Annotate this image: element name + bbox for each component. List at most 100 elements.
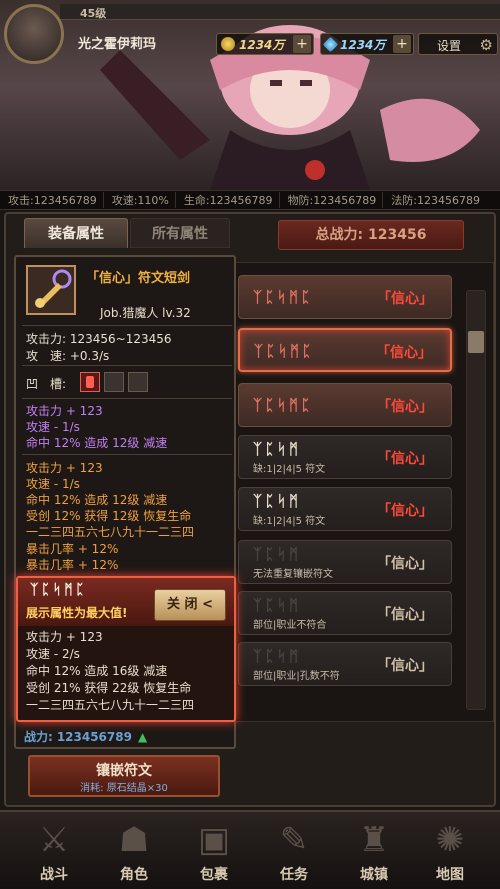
level-bar: 45级	[60, 4, 500, 20]
divider	[22, 454, 232, 455]
power-value: 123456789	[56, 730, 132, 744]
item-job-level: Job.猎魔人 lv.32	[100, 306, 191, 320]
socket-filled[interactable]	[80, 372, 100, 392]
add-gold-button[interactable]: +	[293, 35, 311, 53]
purple-attr-line: 攻速 - 1/s	[26, 420, 80, 434]
level-label: 45级	[80, 7, 107, 20]
rune-list-item[interactable]: ᛉᛈᛋᛗ 部位|职业不符合 「信心」	[238, 591, 452, 635]
item-attack-speed: 攻 速: +0.3/s	[26, 349, 110, 363]
embed-rune-label: 镶嵌符文	[96, 763, 152, 779]
scrollbar-thumb[interactable]	[468, 331, 484, 353]
rune-disabled-note: 部位|职业|孔数不符	[253, 671, 340, 682]
rune-list-item[interactable]: ᛉᛈᛋᛗ 无法重复镶嵌符文 「信心」	[238, 540, 452, 584]
preview-attr-line: 攻速 - 2/s	[26, 647, 80, 661]
settings-button[interactable]: 设置 ⚙	[418, 33, 498, 55]
rune-glyphs: ᛉᛈᛋᛗᛈ	[253, 396, 314, 414]
rune-list-item[interactable]: ᛉᛈᛋᛗᛈ 「信心」	[238, 383, 452, 427]
rune-preview-glyphs: ᛉᛈᛋᛗᛈ	[30, 582, 87, 598]
item-attack: 攻击力: 123456~123456	[26, 332, 172, 346]
dagger-icon	[26, 265, 76, 315]
nav-label: 战斗	[40, 867, 68, 883]
embed-cost: 消耗: 原石结晶×30	[80, 783, 168, 794]
nav-label: 城镇	[360, 867, 388, 883]
orange-attr-line: 攻速 - 1/s	[26, 477, 80, 491]
orange-attr-line: 一二三四五六七八九十一二三四	[26, 525, 195, 539]
rune-list-item[interactable]: ᛉᛈᛋᛗ 缺:1|2|4|5 符文 「信心」	[238, 435, 452, 479]
nav-label: 包裹	[200, 867, 228, 883]
stat-magic-defense: 法防:123456789	[391, 194, 480, 207]
rune-name: 「信心」	[376, 345, 432, 361]
helmet-icon: ☗	[118, 820, 150, 860]
tab-equipment-attributes[interactable]: 装备属性	[24, 218, 128, 248]
rune-glyphs: ᛉᛈᛋᛗ	[253, 492, 302, 510]
gold-coin-icon	[221, 37, 235, 51]
stat-physical-defense: 物防:123456789	[280, 192, 384, 208]
nav-battle[interactable]: ⚔ 战斗	[14, 814, 94, 886]
bag-icon: ▣	[197, 820, 231, 860]
preview-attr-line: 攻击力 + 123	[26, 630, 103, 644]
rune-list-scrollbar[interactable]	[466, 290, 486, 710]
rune-disabled-note: 无法重复镶嵌符文	[253, 569, 333, 580]
nav-label: 任务	[280, 867, 308, 883]
rune-name: 「信心」	[377, 291, 433, 307]
gear-icon: ⚙	[479, 36, 493, 54]
divider	[22, 365, 232, 366]
nav-map[interactable]: ✺ 地图	[410, 814, 490, 886]
rune-missing-note: 缺:1|2|4|5 符文	[253, 464, 326, 475]
crossed-swords-icon: ⚔	[38, 820, 70, 860]
rune-name: 「信心」	[377, 607, 433, 623]
rune-name: 「信心」	[377, 503, 433, 519]
nav-character[interactable]: ☗ 角色	[94, 814, 174, 886]
tab-all-attributes[interactable]: 所有属性	[130, 218, 230, 248]
rune-list-item[interactable]: ᛉᛈᛋᛗ 部位|职业|孔数不符 「信心」	[238, 642, 452, 686]
rune-missing-note: 缺:1|2|4|5 符文	[253, 516, 326, 527]
nav-label: 地图	[436, 867, 464, 883]
diamond-icon	[322, 36, 339, 52]
rune-name: 「信心」	[377, 658, 433, 674]
preview-attr-line: 一二三四五六七八九十一二三四	[26, 698, 195, 712]
rune-name: 「信心」	[377, 556, 433, 572]
close-button[interactable]: 关 闭 <	[154, 589, 226, 621]
socket-empty[interactable]	[128, 372, 148, 392]
player-name: 光之霍伊莉玛	[78, 37, 157, 52]
orange-attr-line: 攻击力 + 123	[26, 461, 103, 475]
purple-attr-line: 攻击力 + 123	[26, 404, 103, 418]
rune-glyphs: ᛉᛈᛋᛗ	[253, 647, 302, 665]
rune-list-item[interactable]: ᛉᛈᛋᛗ 缺:1|2|4|5 符文 「信心」	[238, 487, 452, 531]
rune-glyphs: ᛉᛈᛋᛗ	[253, 596, 302, 614]
rune-list-item-selected[interactable]: ᛉᛈᛋᛗᛈ 「信心」	[238, 328, 452, 372]
orange-attr-line: 暴击几率 + 12%	[26, 542, 119, 556]
nav-town[interactable]: ♜ 城镇	[334, 814, 414, 886]
stat-attack-speed: 攻速:110%	[104, 192, 176, 208]
nav-bag[interactable]: ▣ 包裹	[174, 814, 254, 886]
rune-glyphs: ᛉᛈᛋᛗᛈ	[254, 342, 315, 360]
orange-attr-line: 暴击几率 + 12%	[26, 558, 119, 572]
stat-attack: 攻击:123456789	[0, 192, 104, 208]
nav-label: 角色	[120, 867, 148, 883]
rune-name: 「信心」	[377, 399, 433, 415]
preview-attr-line: 受创 21% 获得 22级 恢复生命	[26, 681, 192, 695]
power-label: 战力:	[24, 730, 53, 744]
socket-empty[interactable]	[104, 372, 124, 392]
rune-disabled-note: 部位|职业不符合	[253, 620, 327, 631]
rune-glyphs: ᛉᛈᛋᛗ	[253, 545, 302, 563]
rune-name: 「信心」	[377, 451, 433, 467]
diamond-counter: 1234万 +	[320, 33, 414, 55]
rune-glyphs: ᛉᛈᛋᛗᛈ	[253, 288, 314, 306]
rune-list-item[interactable]: ᛉᛈᛋᛗᛈ 「信心」	[238, 275, 452, 319]
preview-attr-line: 命中 12% 造成 16级 减速	[26, 664, 168, 678]
avatar[interactable]	[4, 4, 64, 64]
add-diamond-button[interactable]: +	[393, 35, 411, 53]
rune-glyphs: ᛉᛈᛋᛗ	[253, 440, 302, 458]
item-title: 「信心」符文短剑	[86, 271, 191, 286]
gold-counter: 1234万 +	[216, 33, 314, 55]
item-power: 战力: 123456789 ▲	[24, 728, 147, 745]
divider	[22, 398, 232, 399]
stat-health: 生命:123456789	[176, 192, 280, 208]
nav-quest[interactable]: ✎ 任务	[254, 814, 334, 886]
orange-attr-line: 受创 12% 获得 12级 恢复生命	[26, 509, 192, 523]
scroll-icon: ✎	[279, 820, 309, 860]
embed-rune-button[interactable]: 镶嵌符文 消耗: 原石结晶×30	[28, 755, 220, 797]
header: 45级 光之霍伊莉玛 1234万 + 1234万 + 设置 ⚙	[0, 0, 500, 190]
orange-attr-line: 命中 12% 造成 12级 减速	[26, 493, 168, 507]
